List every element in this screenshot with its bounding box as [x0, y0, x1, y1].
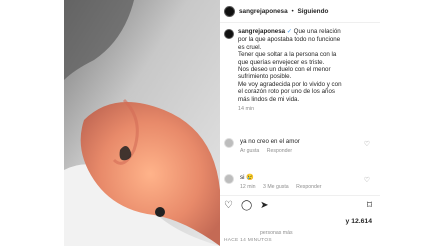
post-time-ago: HACE 14 MINUTOS — [224, 238, 272, 243]
header-divider — [220, 22, 380, 23]
save-bookmark-icon[interactable]: ⌑ — [367, 200, 372, 211]
caption-line: más lindos de mi vida. — [238, 95, 300, 103]
instagram-post: sangrejaponesa • Siguiendo sangrejapones… — [0, 0, 440, 246]
caption-line: es cruel. — [238, 43, 262, 51]
like-heart-icon[interactable]: ♡ — [224, 200, 233, 211]
liked-by-text[interactable]: personas más — [260, 230, 293, 236]
caption-line: por la que apostaba todo no funcione — [238, 36, 341, 44]
likes-count[interactable]: y 12.614 — [346, 218, 372, 225]
comment-timestamp: 12 min — [240, 184, 256, 191]
caption-line: sufrimiento posible. — [238, 73, 292, 81]
verified-icon: ✓ — [286, 29, 292, 35]
comment-text: ya no creo en el amor — [240, 138, 300, 145]
caption-avatar[interactable] — [224, 29, 234, 39]
comment-like-count[interactable]: 3 Me gusta — [263, 184, 289, 190]
comment-heart-icon[interactable]: ♡ — [364, 176, 370, 184]
caption-line: que querías envejecer es triste. — [238, 58, 325, 66]
caption-line: Tener que soltar a la persona con la — [238, 51, 337, 59]
comment-reply-button[interactable]: Responder — [267, 148, 292, 154]
comment-reply-button[interactable]: Responder — [296, 184, 321, 190]
caption-line: Me voy agradecida por lo vivido y con — [238, 80, 342, 88]
separator-dot: • — [291, 7, 294, 15]
caption-timestamp: 14 min — [238, 106, 255, 113]
caption-line: el corazón roto por uno de los años — [238, 88, 335, 96]
commenter-avatar[interactable] — [224, 138, 234, 148]
author-username[interactable]: sangrejaponesa — [239, 8, 288, 15]
author-avatar[interactable] — [224, 5, 235, 17]
following-button[interactable]: Siguiendo — [297, 8, 328, 15]
commenter-avatar[interactable] — [224, 174, 234, 184]
post-header: sangrejaponesa • Siguiendo — [224, 4, 374, 18]
comment-text: si 😢 — [240, 174, 254, 181]
comment-item: si 😢 12 min 3 Me gusta Responder ♡ — [224, 174, 374, 192]
comment-bubble-icon[interactable]: ◯ — [241, 200, 252, 211]
comment-item: ya no creo en el amor Ar gusta Responder… — [224, 138, 374, 156]
share-send-icon[interactable]: ➤ — [260, 200, 268, 211]
caption-username[interactable]: sangrejaponesa — [238, 28, 285, 35]
actions-divider — [220, 195, 380, 196]
caption-line: Nos deseo un duelo con el menor — [238, 66, 331, 74]
caption-line: Que una relación — [293, 28, 341, 35]
post-actions: ♡ ◯ ➤ ⌑ — [224, 198, 374, 212]
post-sidebar: sangrejaponesa • Siguiendo sangrejapones… — [220, 0, 380, 246]
post-image — [64, 0, 220, 246]
post-photo[interactable] — [64, 0, 220, 246]
comment-like-count[interactable]: Ar gusta — [240, 148, 259, 154]
comment-heart-icon[interactable]: ♡ — [364, 140, 370, 148]
post-caption: sangrejaponesa ✓ Que una relación por la… — [224, 28, 374, 113]
